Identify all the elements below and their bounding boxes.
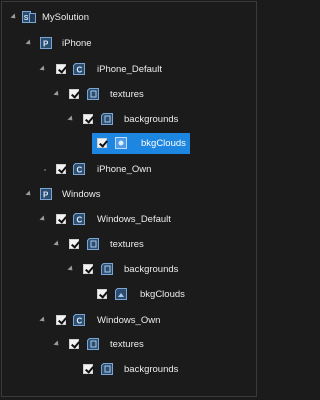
- tree-row-iphone-default[interactable]: C iPhone_Default: [0, 59, 258, 81]
- expand-arrow-icon[interactable]: [10, 13, 18, 21]
- svg-text:S: S: [24, 15, 29, 22]
- expand-arrow-icon[interactable]: [53, 90, 61, 98]
- image-icon: [114, 136, 128, 150]
- config-icon: C: [72, 313, 86, 327]
- checkbox[interactable]: [56, 214, 66, 224]
- tree-row-windows[interactable]: P Windows: [0, 184, 258, 206]
- tree-row-windows-default[interactable]: C Windows_Default: [0, 209, 258, 231]
- tree-node-label: textures: [110, 339, 144, 350]
- leaf-dot-icon: [44, 169, 46, 171]
- config-icon: C: [72, 212, 86, 226]
- expand-arrow-icon[interactable]: [25, 39, 33, 47]
- tree-row-bkgclouds[interactable]: bkgClouds: [0, 133, 258, 155]
- config-icon: C: [72, 162, 86, 176]
- expand-arrow-icon[interactable]: [39, 215, 47, 223]
- tree-node-label: iPhone_Default: [97, 64, 162, 75]
- expand-arrow-icon[interactable]: [67, 265, 75, 273]
- svg-text:P: P: [43, 40, 49, 49]
- tree-node-label: iPhone_Own: [97, 164, 152, 175]
- checkbox[interactable]: [69, 89, 79, 99]
- expand-arrow-icon[interactable]: [67, 115, 75, 123]
- checkbox[interactable]: [56, 164, 66, 174]
- tree-node-label: bkgClouds: [140, 289, 185, 300]
- tree-node-label: textures: [110, 89, 144, 100]
- image-icon: [114, 287, 128, 301]
- folder-icon: [100, 262, 114, 276]
- svg-text:C: C: [77, 166, 83, 175]
- tree-row-textures[interactable]: textures: [0, 334, 258, 356]
- checkbox[interactable]: [83, 364, 93, 374]
- tree-node-label: backgrounds: [124, 364, 179, 375]
- expand-arrow-icon[interactable]: [53, 240, 61, 248]
- folder-icon: [86, 237, 100, 251]
- tree-row-iphone[interactable]: P iPhone: [0, 33, 258, 55]
- expand-arrow-icon[interactable]: [25, 190, 33, 198]
- folder-icon: [86, 87, 100, 101]
- config-icon: C: [72, 62, 86, 76]
- tree-row-backgrounds[interactable]: backgrounds: [0, 109, 258, 131]
- folder-icon: [100, 112, 114, 126]
- expand-arrow-icon[interactable]: [39, 316, 47, 324]
- solution-icon: S: [22, 10, 36, 24]
- checkbox[interactable]: [97, 289, 107, 299]
- tree-node-label: bkgClouds: [141, 138, 186, 149]
- checkbox[interactable]: [83, 264, 93, 274]
- checkbox[interactable]: [56, 315, 66, 325]
- tree-node-label: backgrounds: [124, 114, 179, 125]
- tree-node-label: iPhone: [62, 38, 92, 49]
- checkbox[interactable]: [56, 64, 66, 74]
- checkbox[interactable]: [69, 239, 79, 249]
- expand-arrow-icon[interactable]: [53, 340, 61, 348]
- tree-row-backgrounds[interactable]: backgrounds: [0, 259, 258, 281]
- tree-node-label: backgrounds: [124, 264, 179, 275]
- checkbox[interactable]: [69, 339, 79, 349]
- svg-text:C: C: [77, 317, 83, 326]
- tree-row-textures[interactable]: textures: [0, 234, 258, 256]
- tree-row-backgrounds[interactable]: backgrounds: [0, 359, 258, 381]
- tree-node-label: textures: [110, 239, 144, 250]
- tree-row-iphone-own[interactable]: C iPhone_Own: [0, 159, 258, 181]
- tree-node-label: Windows: [62, 189, 101, 200]
- tree-row-windows-own[interactable]: C Windows_Own: [0, 310, 258, 332]
- checkbox[interactable]: [83, 114, 93, 124]
- tree-row-textures[interactable]: textures: [0, 84, 258, 106]
- checkbox[interactable]: [97, 138, 107, 148]
- folder-icon: [86, 337, 100, 351]
- tree-node-label: MySolution: [42, 12, 89, 23]
- tree-row-mysolution[interactable]: S MySolution: [0, 7, 258, 29]
- folder-icon: [100, 362, 114, 376]
- project-icon: P: [39, 187, 53, 201]
- tree-node-label: Windows_Own: [97, 315, 161, 326]
- tree-row-bkgclouds[interactable]: bkgClouds: [0, 284, 258, 306]
- svg-text:C: C: [77, 216, 83, 225]
- svg-text:P: P: [43, 191, 49, 200]
- expand-arrow-icon[interactable]: [39, 65, 47, 73]
- svg-text:C: C: [77, 66, 83, 75]
- project-icon: P: [39, 36, 53, 50]
- tree-node-label: Windows_Default: [97, 214, 171, 225]
